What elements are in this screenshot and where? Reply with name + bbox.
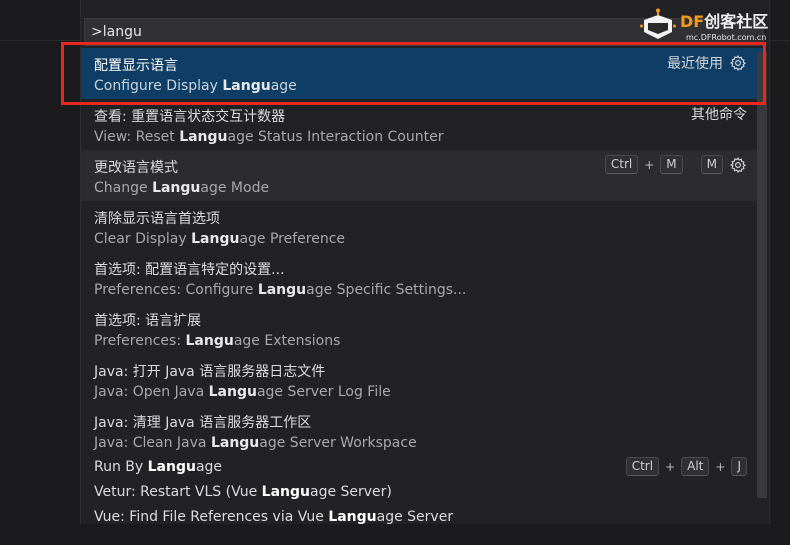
command-label: 查看: 重置语言状态交互计数器 bbox=[94, 109, 286, 125]
command-label: 首选项: 配置语言特定的设置... bbox=[94, 262, 285, 278]
command-detail: Java: Clean Java Language Server Workspa… bbox=[94, 435, 417, 451]
gear-icon[interactable] bbox=[729, 156, 747, 174]
keybinding-key: M bbox=[700, 155, 723, 174]
command-label: Java: 打开 Java 语言服务器日志文件 bbox=[94, 364, 326, 380]
command-detail: Preferences: Language Extensions bbox=[94, 333, 341, 349]
command-actions: 其他命令 bbox=[691, 104, 747, 124]
command-badge: 其他命令 bbox=[691, 107, 747, 123]
keybinding-key: Ctrl bbox=[604, 155, 639, 174]
command-item[interactable]: 查看: 重置语言状态交互计数器 View: Reset Language Stat… bbox=[81, 99, 763, 150]
command-detail: Preferences: Configure Language Specific… bbox=[94, 282, 467, 298]
highlight-annotation-box bbox=[61, 42, 766, 105]
command-label: Vue: Find File References via Vue Langua… bbox=[94, 509, 454, 524]
list-scrollbar[interactable] bbox=[757, 52, 767, 498]
command-item[interactable]: Java: 打开 Java 语言服务器日志文件 Java: Open Java L… bbox=[81, 354, 763, 405]
command-item[interactable]: Java: 清理 Java 语言服务器工作区 Java: Clean Java L… bbox=[81, 405, 763, 456]
keybinding-key: M bbox=[660, 155, 683, 174]
command-detail: View: Reset Language Status Interaction … bbox=[94, 129, 444, 145]
command-label: 清除显示语言首选项 bbox=[94, 211, 220, 227]
keybinding-key: Alt bbox=[681, 457, 710, 476]
key-plus: + bbox=[715, 459, 726, 474]
command-detail: Change Language Mode bbox=[94, 180, 270, 196]
command-label: Vetur: Restart VLS (Vue Language Server) bbox=[94, 484, 392, 500]
command-label: Java: 清理 Java 语言服务器工作区 bbox=[94, 415, 312, 431]
command-item[interactable]: 清除显示语言首选项 Clear Display Language Preferen… bbox=[81, 201, 763, 252]
command-actions: Ctrl + Alt + J bbox=[625, 457, 747, 476]
command-label: 更改语言模式 bbox=[94, 160, 178, 176]
command-label: 首选项: 语言扩展 bbox=[94, 313, 202, 329]
command-actions: Ctrl + M M bbox=[604, 155, 747, 174]
command-item[interactable]: Vue: Find File References via Vue Langua… bbox=[81, 506, 763, 524]
key-plus: + bbox=[665, 459, 676, 474]
dfrobot-watermark: DF创客社区 mc.DFRobot.com.cn bbox=[636, 2, 786, 46]
command-detail: Java: Open Java Language Server Log File bbox=[94, 384, 391, 400]
command-label: Run By Language bbox=[94, 459, 223, 475]
key-plus: + bbox=[644, 157, 655, 172]
watermark-brand: DF创客社区 bbox=[680, 12, 769, 31]
command-detail: Clear Display Language Preference bbox=[94, 231, 346, 247]
command-item[interactable]: 首选项: 语言扩展 Preferences: Language Extension… bbox=[81, 303, 763, 354]
command-item[interactable]: Run By Language Ctrl + Alt + J bbox=[81, 456, 763, 481]
watermark-site: mc.DFRobot.com.cn bbox=[686, 33, 767, 42]
keybinding-key: Ctrl bbox=[625, 457, 660, 476]
command-item[interactable]: 更改语言模式 Change Language Mode Ctrl + M M bbox=[81, 150, 763, 201]
keybinding-key: J bbox=[731, 457, 747, 476]
command-list: 配置显示语言 Configure Display Language 最近使用 查看: … bbox=[81, 48, 763, 524]
command-item[interactable]: Vetur: Restart VLS (Vue Language Server) bbox=[81, 481, 763, 506]
robot-logo-icon bbox=[640, 8, 676, 39]
command-item[interactable]: 首选项: 配置语言特定的设置... Preferences: Configure … bbox=[81, 252, 763, 303]
